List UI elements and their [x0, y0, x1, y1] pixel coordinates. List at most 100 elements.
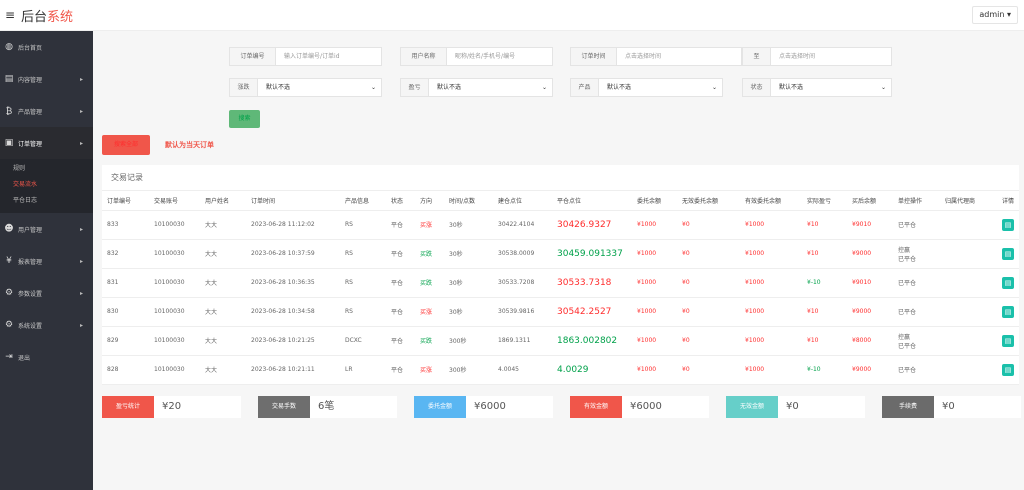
cell-acct: 10100030: [149, 268, 200, 298]
cell-agent: [940, 210, 997, 240]
detail-icon[interactable]: ▤: [1002, 247, 1014, 260]
chevron-right-icon: ▸: [79, 226, 83, 233]
sidebar-item-label: 系统设置: [18, 322, 43, 330]
cell-dur: 30秒: [444, 239, 493, 269]
chevron-right-icon: ▸: [79, 108, 83, 115]
cell-acct: 10100030: [149, 239, 200, 269]
column-header: 平仓点位: [552, 191, 632, 211]
detail-icon[interactable]: ▤: [1002, 276, 1014, 289]
stats-bar: 盈亏统计 ¥20 交易手数 6笔 委托金额 ¥6000 有效金额 ¥6000 无效金额 ¥…: [102, 396, 1021, 418]
sidebar-item-product[interactable]: ₿ 产品管理 ▸: [0, 95, 93, 127]
table-row: 828 10100030 大大 2023-06-28 10:21:11 LR 平仓 买涨 30…: [102, 355, 1019, 385]
pnl-select[interactable]: 默认不选 ⌄: [429, 79, 552, 96]
cell-dir: 买涨: [415, 210, 444, 240]
user-input[interactable]: 昵称/姓名/手机号/编号: [447, 48, 552, 65]
submenu-item-rules[interactable]: 规则: [13, 161, 93, 177]
cell-detail: ▤: [997, 355, 1019, 385]
cell-after: ¥9010: [847, 210, 893, 240]
dashboard-icon: ◍: [5, 42, 13, 52]
table-header: 订单编号 交易账号 用户姓名 订单时间 产品信息 状态 方向 时间/点数 建仓点位 平仓点位 委托余…: [102, 191, 1019, 211]
submenu-item-close-log[interactable]: 平仓日志: [13, 193, 93, 209]
end-time-input[interactable]: 点击选择时间: [771, 48, 891, 65]
detail-icon[interactable]: ▤: [1002, 334, 1014, 347]
column-header: 状态: [386, 191, 415, 211]
stat-label: 手续费: [882, 396, 934, 418]
product-filter: 产品 默认不选 ⌄: [570, 78, 723, 97]
chevron-right-icon: ▸: [79, 76, 83, 83]
order-no-input[interactable]: 输入订单编号/订单id: [276, 48, 381, 65]
admin-menu[interactable]: admin ▾: [972, 6, 1018, 24]
table-row: 829 10100030 大大 2023-06-28 10:21:25 DCXC 平仓 买跌…: [102, 326, 1019, 356]
product-select[interactable]: 默认不选 ⌄: [599, 79, 722, 96]
stat-label: 有效金额: [570, 396, 622, 418]
detail-icon[interactable]: ▤: [1002, 305, 1014, 318]
sidebar-item-system[interactable]: ⚙ 系统设置 ▸: [0, 309, 93, 341]
cell-after: ¥8000: [847, 326, 893, 356]
cell-name: 大大: [200, 326, 246, 356]
sidebar-item-dashboard[interactable]: ◍ 后台首页: [0, 31, 93, 63]
hamburger-icon[interactable]: ≡: [5, 8, 17, 22]
cell-entrust: ¥1000: [632, 326, 677, 356]
detail-icon[interactable]: ▤: [1002, 363, 1014, 376]
content-icon: ▤: [4, 74, 14, 84]
sidebar-item-report[interactable]: ¥ 报表管理 ▸: [0, 245, 93, 277]
cell-entrust: ¥1000: [632, 239, 677, 269]
detail-icon[interactable]: ▤: [1002, 218, 1014, 231]
table-row: 831 10100030 大大 2023-06-28 10:36:35 RS 平仓 买跌 30…: [102, 268, 1019, 298]
stat-value: ¥20: [154, 396, 241, 418]
brand-title: 后台系统: [21, 6, 73, 25]
end-time-filter: 至点击选择时间: [742, 47, 892, 66]
top-bar: ≡ 后台系统 admin ▾: [0, 0, 1024, 31]
cell-ctrl: 控赢 已平仓: [893, 239, 940, 269]
trade-table: 订单编号 交易账号 用户姓名 订单时间 产品信息 状态 方向 时间/点数 建仓点位 平仓点位 委托余…: [102, 191, 1019, 385]
order-time-label: 订单时间: [571, 48, 617, 65]
search-all-button[interactable]: 搜索全部: [102, 135, 150, 155]
cell-product: DCXC: [340, 326, 386, 356]
cell-ctrl: 已平仓: [893, 355, 940, 385]
updown-label: 涨跌: [230, 79, 258, 96]
logout-icon: ⇥: [5, 352, 13, 362]
sidebar-item-order[interactable]: ▣ 订单管理 ▸: [0, 127, 93, 159]
status-select[interactable]: 默认不选 ⌄: [771, 79, 891, 96]
sidebar-item-label: 订单管理: [18, 140, 43, 148]
submenu-item-trade-flow[interactable]: 交易流水: [13, 177, 93, 193]
panel-title: 交易记录: [102, 165, 1019, 191]
product-label: 产品: [571, 79, 599, 96]
column-header: 时间/点数: [444, 191, 493, 211]
cell-pnl: ¥10: [802, 326, 847, 356]
status-value: 默认不选: [779, 84, 804, 91]
cell-entrust: ¥1000: [632, 210, 677, 240]
column-header: 建仓点位: [493, 191, 552, 211]
updown-select[interactable]: 默认不选 ⌄: [258, 79, 381, 96]
search-button[interactable]: 搜索: [229, 110, 260, 128]
column-header: 详情: [997, 191, 1019, 211]
column-header: 交易账号: [149, 191, 200, 211]
sidebar-item-logout[interactable]: ⇥ 退出: [0, 341, 93, 373]
cell-valid: ¥1000: [740, 268, 802, 298]
cell-name: 大大: [200, 210, 246, 240]
pnl-value: 默认不选: [437, 84, 462, 91]
sidebar-item-label: 产品管理: [18, 108, 43, 116]
cell-pnl: ¥-10: [802, 268, 847, 298]
cell-agent: [940, 297, 997, 327]
table-header-row: 订单编号 交易账号 用户姓名 订单时间 产品信息 状态 方向 时间/点数 建仓点位 平仓点位 委托余…: [102, 191, 1019, 211]
sidebar-item-label: 用户管理: [18, 226, 43, 234]
sidebar-item-content[interactable]: ▤ 内容管理 ▸: [0, 63, 93, 95]
to-label: 至: [743, 48, 771, 65]
start-time-input[interactable]: 点击选择时间: [617, 48, 741, 65]
cell-detail: ▤: [997, 268, 1019, 298]
sidebar-item-params[interactable]: ⚙ 参数设置 ▸: [0, 277, 93, 309]
updown-value: 默认不选: [266, 84, 291, 91]
cell-id: 829: [102, 326, 149, 356]
column-header: 订单时间: [246, 191, 340, 211]
cell-open: 1869.1311: [493, 326, 552, 356]
cell-invalid: ¥0: [677, 355, 740, 385]
chevron-down-icon: ⌄: [541, 84, 547, 91]
cell-invalid: ¥0: [677, 297, 740, 327]
order-time-filter: 订单时间 点击选择时间: [570, 47, 742, 66]
cell-product: RS: [340, 210, 386, 240]
cell-open: 30422.4104: [493, 210, 552, 240]
sidebar-item-user[interactable]: ☻ 用户管理 ▸: [0, 213, 93, 245]
cell-id: 833: [102, 210, 149, 240]
cell-pnl: ¥10: [802, 210, 847, 240]
